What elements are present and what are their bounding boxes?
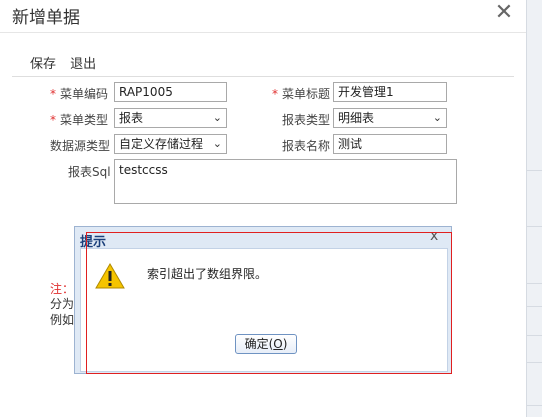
- strip-line: [527, 170, 542, 171]
- alert-dialog: 提示 x 索引超出了数组界限。 确定(O): [74, 226, 452, 374]
- report-type-value: 明细表: [338, 111, 375, 125]
- required-mark: *: [272, 87, 278, 101]
- menu-code-label-text: 菜单编码: [60, 87, 109, 101]
- report-name-input[interactable]: 测试: [333, 134, 447, 154]
- menu-code-label: * 菜单编码: [50, 85, 108, 102]
- strip-line: [527, 306, 542, 307]
- report-sql-textarea[interactable]: testccss: [114, 159, 457, 204]
- strip-line: [527, 405, 542, 406]
- strip-line: [527, 362, 542, 363]
- required-mark: *: [50, 87, 56, 101]
- strip-line: [527, 335, 542, 336]
- alert-body: 索引超出了数组界限。 确定(O): [80, 248, 448, 372]
- alert-header: 提示 x: [75, 227, 451, 250]
- strip-line: [527, 283, 542, 284]
- menu-type-select[interactable]: 报表 ⌄: [114, 108, 227, 128]
- report-sql-label: 报表Sql: [68, 165, 111, 179]
- menu-type-value: 报表: [119, 111, 144, 125]
- chevron-down-icon: ⌄: [212, 111, 222, 124]
- menu-type-label: * 菜单类型: [50, 111, 108, 128]
- chevron-down-icon: ⌄: [212, 137, 222, 150]
- data-source-type-select[interactable]: 自定义存储过程 ⌄: [114, 134, 227, 154]
- background-window-strip: [526, 0, 542, 417]
- report-name-label: 报表名称: [282, 139, 331, 153]
- menu-title-input[interactable]: 开发管理1: [333, 82, 447, 102]
- menu-title-label-text: 菜单标题: [282, 87, 331, 101]
- data-source-type-value: 自定义存储过程: [119, 137, 204, 151]
- menu-type-label-text: 菜单类型: [60, 113, 109, 127]
- strip-line: [527, 226, 542, 227]
- ok-button-hotkey: O: [273, 337, 283, 351]
- menu-code-input[interactable]: RAP1005: [114, 82, 227, 102]
- title-divider: [0, 32, 526, 33]
- report-type-label: 报表类型: [282, 113, 331, 127]
- toolbar-divider: [12, 76, 514, 77]
- alert-close-icon[interactable]: x: [430, 228, 438, 244]
- ok-button-suffix: ): [282, 337, 288, 351]
- dialog-title: 新增单据: [12, 8, 80, 28]
- menu-title-label: * 菜单标题: [272, 85, 330, 102]
- data-source-type-label: 数据源类型: [50, 139, 111, 153]
- close-icon[interactable]: ✕: [492, 2, 516, 26]
- required-mark: *: [50, 113, 56, 127]
- ok-button[interactable]: 确定(O): [235, 334, 297, 354]
- report-type-select[interactable]: 明细表 ⌄: [333, 108, 447, 128]
- note-line-3: 例如: [50, 313, 75, 327]
- warning-icon: [95, 263, 125, 289]
- chevron-down-icon: ⌄: [432, 111, 442, 124]
- save-button[interactable]: 保存: [30, 57, 56, 72]
- ok-button-text: 确定(: [244, 337, 274, 351]
- toolbar: 保存 退出: [30, 53, 106, 72]
- exit-button[interactable]: 退出: [70, 57, 96, 72]
- note-line-2: 分为: [50, 297, 75, 311]
- alert-message: 索引超出了数组界限。: [147, 267, 268, 281]
